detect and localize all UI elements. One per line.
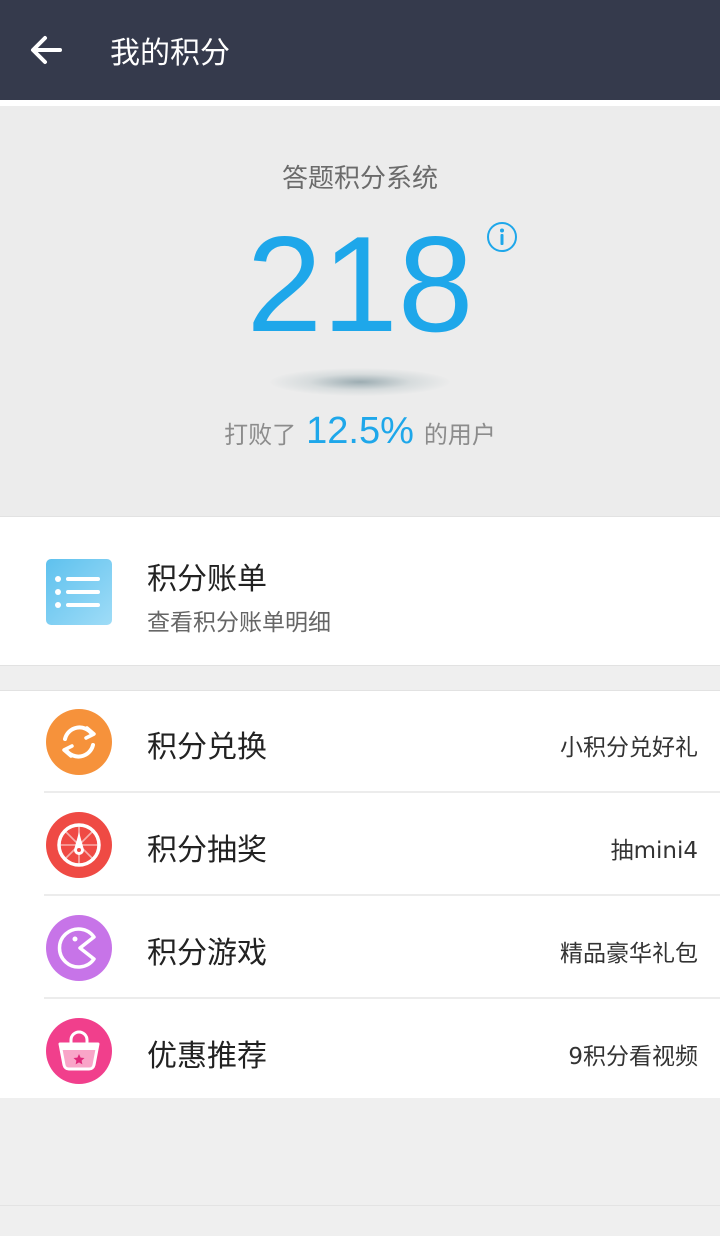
points-menu-list: 积分兑换 小积分兑好礼 积分抽奖 抽mini4 积分游戏 精品豪华礼包 优惠推荐… [0, 690, 720, 1098]
beat-rate: 打败了 12.5% 的用户 [0, 410, 720, 453]
menu-item-label: 积分兑换 [147, 730, 267, 765]
shopping-bag-icon [46, 1018, 112, 1084]
menu-item-label: 积分游戏 [147, 936, 267, 971]
menu-item-exchange[interactable]: 积分兑换 小积分兑好礼 [0, 691, 720, 793]
pacman-game-icon [46, 915, 112, 981]
app-header: 我的积分 [0, 0, 720, 100]
score-system-label: 答题积分系统 [281, 164, 438, 194]
bottom-divider [0, 1205, 720, 1206]
row-divider [44, 997, 720, 999]
menu-item-hint: 抽mini4 [610, 838, 698, 864]
info-icon[interactable] [486, 221, 518, 253]
beat-suffix: 的用户 [423, 421, 496, 449]
exchange-icon [46, 709, 112, 775]
score-value: 218 [246, 208, 474, 360]
row-divider [44, 894, 720, 896]
menu-item-game[interactable]: 积分游戏 精品豪华礼包 [0, 897, 720, 999]
menu-item-recommend[interactable]: 优惠推荐 9积分看视频 [0, 1000, 720, 1102]
bill-subtitle: 查看积分账单明细 [147, 610, 331, 636]
score-panel: 答题积分系统 218 打败了 12.5% 的用户 [0, 106, 720, 516]
menu-item-hint: 小积分兑好礼 [560, 735, 698, 761]
row-divider [44, 791, 720, 793]
lottery-wheel-icon [46, 812, 112, 878]
arrow-left-icon[interactable] [26, 30, 66, 70]
page-title: 我的积分 [110, 36, 230, 71]
beat-percent: 12.5% [306, 410, 414, 452]
score-shadow [270, 368, 450, 396]
menu-item-hint: 精品豪华礼包 [560, 941, 698, 967]
points-bill-item[interactable]: 积分账单 查看积分账单明细 [0, 516, 720, 666]
menu-item-label: 优惠推荐 [147, 1039, 267, 1074]
menu-item-hint: 9积分看视频 [568, 1044, 698, 1070]
menu-item-label: 积分抽奖 [147, 833, 267, 868]
beat-prefix: 打败了 [224, 421, 297, 449]
list-icon [46, 559, 112, 625]
menu-item-lottery[interactable]: 积分抽奖 抽mini4 [0, 794, 720, 896]
bill-title: 积分账单 [147, 562, 267, 597]
